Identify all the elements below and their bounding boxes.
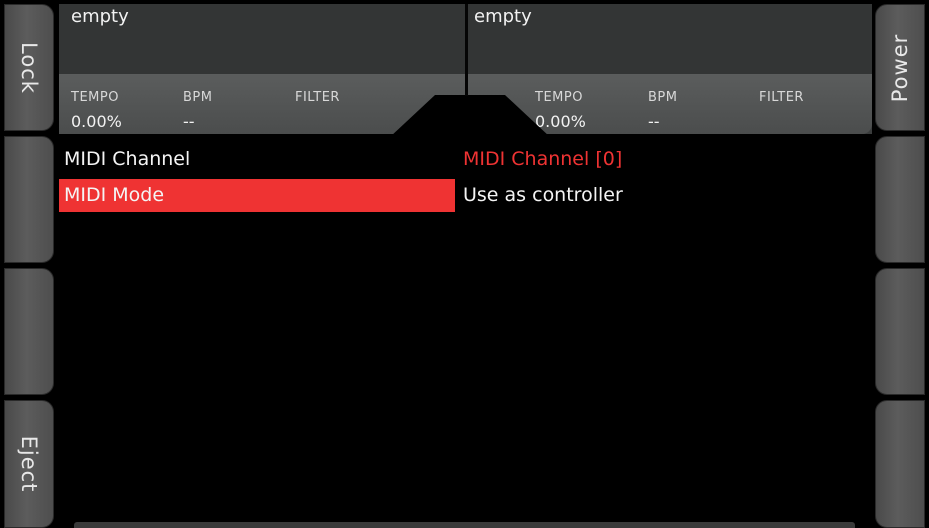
- right-deck-title: empty: [474, 6, 532, 27]
- left-soft-key-3[interactable]: [4, 268, 54, 395]
- left-tempo-label: TEMPO: [71, 90, 119, 105]
- left-tempo-value: 0.00%: [71, 112, 122, 131]
- right-deck-track-area: empty: [468, 4, 872, 74]
- left-soft-key-2[interactable]: [4, 136, 54, 263]
- right-soft-key-4[interactable]: [875, 400, 925, 528]
- menu-value-midi-mode: Use as controller: [463, 184, 623, 206]
- deck-divider: [465, 4, 468, 96]
- right-bpm-value: --: [648, 112, 660, 131]
- left-bpm-value: --: [183, 112, 195, 131]
- menu-item-midi-mode[interactable]: MIDI Mode: [64, 184, 164, 206]
- menu-value-midi-channel: MIDI Channel [0]: [463, 148, 623, 170]
- left-deck-title: empty: [71, 6, 129, 27]
- right-soft-key-3[interactable]: [875, 268, 925, 395]
- left-filter-label: FILTER: [295, 90, 340, 105]
- right-filter-label: FILTER: [759, 90, 804, 105]
- lock-button-label: Lock: [17, 41, 41, 94]
- right-soft-key-2[interactable]: [875, 136, 925, 263]
- eject-button[interactable]: Eject: [4, 400, 54, 528]
- power-button-label: Power: [888, 33, 912, 102]
- lock-button[interactable]: Lock: [4, 4, 54, 131]
- power-button[interactable]: Power: [875, 4, 925, 131]
- eject-button-label: Eject: [17, 435, 41, 493]
- left-bpm-label: BPM: [183, 90, 213, 105]
- bottom-strip: [74, 522, 855, 528]
- menu-item-midi-channel[interactable]: MIDI Channel: [64, 148, 190, 170]
- left-deck-track-area: empty: [59, 4, 465, 74]
- right-bpm-label: BPM: [648, 90, 678, 105]
- deck-notch: [390, 95, 550, 137]
